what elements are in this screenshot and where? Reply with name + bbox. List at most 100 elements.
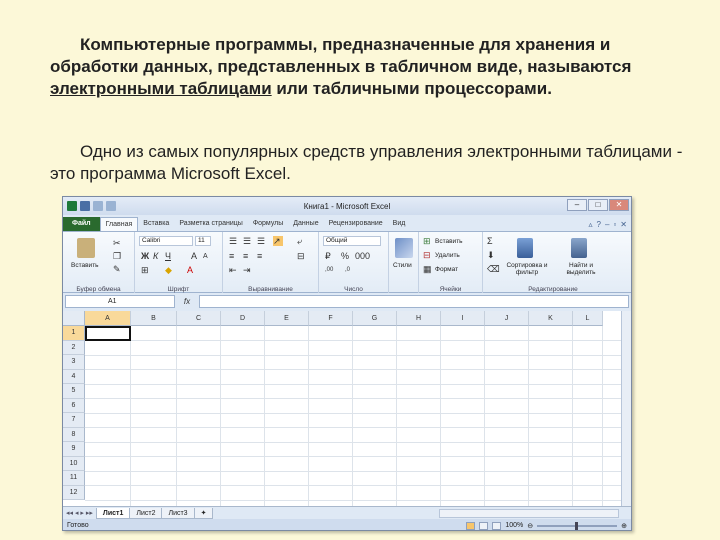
row-header-9[interactable]: 9: [63, 442, 85, 457]
sort-filter-label[interactable]: Сортировка и фильтр: [505, 262, 549, 276]
tab-file[interactable]: Файл: [63, 217, 100, 231]
align-center-icon[interactable]: ≡: [243, 251, 248, 261]
zoom-slider[interactable]: [537, 521, 618, 530]
font-size-select[interactable]: 11: [195, 236, 211, 246]
sheet-tab-2[interactable]: Лист2: [129, 507, 163, 519]
help-icon[interactable]: ?: [597, 220, 601, 229]
styles-icon[interactable]: [395, 238, 413, 258]
column-header-c[interactable]: C: [177, 311, 221, 326]
row-header-8[interactable]: 8: [63, 427, 85, 442]
thousands-separator-icon[interactable]: 000: [355, 251, 370, 261]
active-cell-a1[interactable]: [85, 326, 131, 341]
styles-label[interactable]: Стили: [393, 262, 412, 269]
decrease-indent-icon[interactable]: ⇤: [229, 265, 237, 275]
currency-icon[interactable]: ₽: [325, 251, 331, 261]
row-header-1[interactable]: 1: [63, 326, 85, 341]
row-header-12[interactable]: 12: [63, 485, 85, 500]
minimize-button[interactable]: –: [567, 199, 587, 211]
tab-insert[interactable]: Вставка: [138, 217, 174, 231]
window-minimize-icon[interactable]: –: [605, 220, 609, 229]
vertical-scrollbar[interactable]: [621, 311, 631, 506]
row-header-4[interactable]: 4: [63, 369, 85, 384]
zoom-out-icon[interactable]: ⊖: [527, 522, 533, 530]
sheet-tab-3[interactable]: Лист3: [161, 507, 195, 519]
bold-icon[interactable]: Ж: [141, 251, 149, 261]
column-header-f[interactable]: F: [309, 311, 353, 326]
decrease-decimal-icon[interactable]: ,0: [345, 265, 350, 275]
percent-icon[interactable]: %: [341, 251, 349, 261]
minimize-ribbon-icon[interactable]: ▵: [589, 220, 593, 229]
close-button[interactable]: ✕: [609, 199, 629, 211]
row-header-10[interactable]: 10: [63, 456, 85, 471]
column-header-g[interactable]: G: [353, 311, 397, 326]
row-header-7[interactable]: 7: [63, 413, 85, 428]
format-painter-icon[interactable]: ✎: [113, 264, 121, 274]
window-restore-icon[interactable]: ▫: [613, 220, 616, 229]
borders-icon[interactable]: ⊞: [141, 265, 149, 275]
align-top-icon[interactable]: ☰: [229, 236, 237, 246]
sheet-tab-1[interactable]: Лист1: [95, 507, 131, 519]
find-select-icon[interactable]: [571, 238, 587, 258]
column-header-j[interactable]: J: [485, 311, 529, 326]
zoom-level[interactable]: 100%: [505, 522, 523, 529]
tab-data[interactable]: Данные: [288, 217, 323, 231]
insert-cells-icon[interactable]: ⊞: [423, 236, 431, 246]
wrap-text-icon[interactable]: ⤶: [297, 236, 302, 246]
align-middle-icon[interactable]: ☰: [243, 236, 251, 246]
clear-icon[interactable]: ⌫: [487, 264, 500, 274]
autosum-icon[interactable]: Σ: [487, 236, 493, 246]
cut-icon[interactable]: ✂: [113, 238, 121, 248]
paste-icon[interactable]: [77, 238, 95, 258]
row-header-3[interactable]: 3: [63, 355, 85, 370]
find-select-label[interactable]: Найти и выделить: [559, 262, 603, 276]
row-header-6[interactable]: 6: [63, 398, 85, 413]
column-header-h[interactable]: H: [397, 311, 441, 326]
row-header-5[interactable]: 5: [63, 384, 85, 399]
increase-indent-icon[interactable]: ⇥: [243, 265, 251, 275]
row-header-11[interactable]: 11: [63, 471, 85, 486]
format-cells-label[interactable]: Формат: [435, 266, 458, 273]
grow-font-icon[interactable]: A: [191, 251, 197, 261]
page-break-view-icon[interactable]: [492, 521, 502, 530]
delete-cells-label[interactable]: Удалить: [435, 252, 460, 259]
font-color-icon[interactable]: A: [187, 265, 193, 275]
column-header-i[interactable]: I: [441, 311, 485, 326]
font-name-select[interactable]: Calibri: [139, 236, 193, 246]
formula-input[interactable]: [199, 295, 629, 308]
fx-icon[interactable]: fx: [178, 297, 196, 306]
align-right-icon[interactable]: ≡: [257, 251, 262, 261]
orientation-icon[interactable]: ↗: [273, 236, 283, 246]
underline-icon[interactable]: Ч: [165, 251, 171, 261]
tab-review[interactable]: Рецензирование: [324, 217, 388, 231]
new-sheet-icon[interactable]: ✦: [193, 507, 214, 519]
column-header-b[interactable]: B: [131, 311, 177, 326]
column-header-l[interactable]: L: [573, 311, 603, 326]
tab-home[interactable]: Главная: [99, 217, 139, 231]
fill-icon[interactable]: ⬇: [487, 250, 495, 260]
normal-view-icon[interactable]: [466, 521, 476, 530]
tab-view[interactable]: Вид: [388, 217, 411, 231]
column-header-a[interactable]: A: [85, 311, 131, 326]
name-box[interactable]: A1: [65, 295, 175, 308]
page-layout-view-icon[interactable]: [479, 521, 489, 530]
fill-color-icon[interactable]: ◆: [165, 265, 172, 275]
column-header-k[interactable]: K: [529, 311, 573, 326]
sheet-nav-arrows[interactable]: ◂◂ ◂ ▸ ▸▸: [63, 509, 96, 517]
zoom-in-icon[interactable]: ⊕: [621, 522, 627, 530]
column-header-e[interactable]: E: [265, 311, 309, 326]
tab-formulas[interactable]: Формулы: [248, 217, 288, 231]
horizontal-scrollbar[interactable]: [439, 508, 619, 518]
window-close-icon[interactable]: ✕: [620, 220, 627, 229]
align-left-icon[interactable]: ≡: [229, 251, 234, 261]
insert-cells-label[interactable]: Вставить: [435, 238, 463, 245]
italic-icon[interactable]: К: [153, 251, 158, 261]
sort-filter-icon[interactable]: [517, 238, 533, 258]
paste-label[interactable]: Вставить: [71, 262, 99, 269]
merge-center-icon[interactable]: ⊟: [297, 251, 305, 261]
worksheet-grid[interactable]: A B C D E F G H I J K L 1 2 3 4 5 6 7 8 9 10 11 12: [63, 311, 623, 506]
shrink-font-icon[interactable]: A: [203, 252, 208, 262]
column-header-d[interactable]: D: [221, 311, 265, 326]
align-bottom-icon[interactable]: ☰: [257, 236, 265, 246]
tab-page-layout[interactable]: Разметка страницы: [174, 217, 248, 231]
row-header-2[interactable]: 2: [63, 340, 85, 355]
